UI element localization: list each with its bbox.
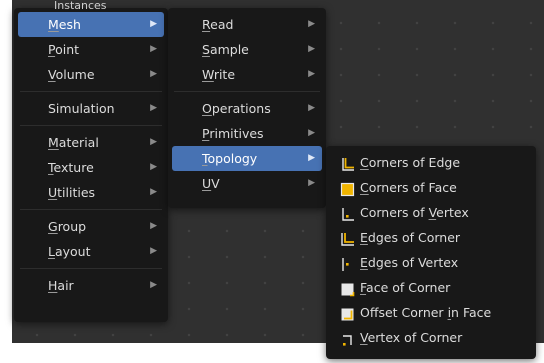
menu-item-label: Texture (48, 160, 94, 175)
menu-separator (20, 91, 162, 92)
submenu-arrow-icon: ▶ (308, 153, 315, 163)
menu-item-label: Primitives (202, 126, 264, 141)
submenu-arrow-icon: ▶ (150, 246, 157, 256)
mesh-menu-item-read[interactable]: Read ▶ (172, 12, 322, 37)
menu-item-group[interactable]: Group ▶ (18, 214, 164, 239)
menu-item-label: Simulation (48, 101, 115, 116)
menu-item-hair[interactable]: Hair ▶ (18, 273, 164, 298)
mesh-menu-item-operations[interactable]: Operations ▶ (172, 96, 322, 121)
menu-item-label: Layout (48, 244, 91, 259)
submenu-arrow-icon: ▶ (150, 137, 157, 147)
menu-item-label: Sample (202, 42, 249, 57)
submenu-arrow-icon: ▶ (150, 221, 157, 231)
menu-item-label: Write (202, 67, 236, 82)
topology-item-vertex-of-corner[interactable]: Vertex of Corner (330, 325, 532, 350)
topology-item-edges-of-vertex[interactable]: Edges of Vertex (330, 250, 532, 275)
menu-item-label: Edges of Vertex (360, 255, 459, 270)
submenu-arrow-icon: ▶ (150, 103, 157, 113)
menu-item-label: Corners of Vertex (360, 205, 469, 220)
submenu-arrow-icon: ▶ (150, 19, 157, 29)
menu-item-material[interactable]: Material ▶ (18, 130, 164, 155)
menu-separator (174, 91, 320, 92)
mesh-menu-item-topology[interactable]: Topology ▶ (172, 146, 322, 171)
mesh-submenu: Read ▶ Sample ▶ Write ▶ Operations ▶ Primitives ▶… (168, 8, 326, 208)
menu-item-label: Offset Corner in Face (360, 305, 492, 320)
topology-item-corners-of-edge[interactable]: Corners of Edge (330, 150, 532, 175)
topology-item-edges-of-corner[interactable]: Edges of Corner (330, 225, 532, 250)
menu-item-point[interactable]: Point ▶ (18, 37, 164, 62)
vertex-of-corner-icon (340, 330, 355, 346)
submenu-arrow-icon: ▶ (150, 44, 157, 54)
menu-separator (20, 268, 162, 269)
menu-item-label: Hair (48, 278, 74, 293)
edges-of-corner-icon (340, 230, 355, 246)
menu-item-texture[interactable]: Texture ▶ (18, 155, 164, 180)
face-of-corner-icon (340, 280, 355, 297)
topology-item-offset-corner-in-face[interactable]: Offset Corner in Face (330, 300, 532, 325)
partially-hidden-menu-item[interactable]: Instances (54, 0, 107, 12)
topology-item-face-of-corner[interactable]: Face of Corner (330, 275, 532, 300)
mesh-menu-item-write[interactable]: Write ▶ (172, 62, 322, 87)
menu-separator (20, 209, 162, 210)
menu-item-label: Operations (202, 101, 271, 116)
menu-item-label: Corners of Face (360, 180, 457, 195)
mesh-menu-item-uv[interactable]: UV ▶ (172, 171, 322, 196)
submenu-arrow-icon: ▶ (150, 162, 157, 172)
menu-item-label: Group (48, 219, 87, 234)
menu-item-label: Volume (48, 67, 95, 82)
submenu-arrow-icon: ▶ (150, 69, 157, 79)
menu-item-utilities[interactable]: Utilities ▶ (18, 180, 164, 205)
submenu-arrow-icon: ▶ (150, 280, 157, 290)
corners-of-edge-icon (340, 155, 355, 171)
menu-item-volume[interactable]: Volume ▶ (18, 62, 164, 87)
submenu-arrow-icon: ▶ (150, 187, 157, 197)
topology-item-corners-of-face[interactable]: Corners of Face (330, 175, 532, 200)
topology-item-corners-of-vertex[interactable]: Corners of Vertex (330, 200, 532, 225)
submenu-arrow-icon: ▶ (308, 103, 315, 113)
submenu-arrow-icon: ▶ (308, 19, 315, 29)
mesh-menu-item-sample[interactable]: Sample ▶ (172, 37, 322, 62)
menu-item-label: Material (48, 135, 99, 150)
corners-of-vertex-icon (340, 205, 355, 221)
offset-corner-in-face-icon (340, 305, 355, 321)
menu-item-label: UV (202, 176, 220, 191)
submenu-arrow-icon: ▶ (308, 69, 315, 79)
corners-of-face-icon (340, 180, 355, 197)
menu-item-label: Topology (202, 151, 258, 166)
submenu-arrow-icon: ▶ (308, 44, 315, 54)
menu-item-label: Face of Corner (360, 280, 451, 295)
menu-item-label: Utilities (48, 185, 96, 200)
menu-item-mesh[interactable]: Mesh ▶ (18, 12, 164, 37)
menu-item-label: Point (48, 42, 80, 57)
menu-item-label: Corners of Edge (360, 155, 461, 170)
menu-item-layout[interactable]: Layout ▶ (18, 239, 164, 264)
topology-submenu: Corners of Edge Corners of Face Corners of… (326, 146, 536, 359)
menu-item-label: Vertex of Corner (360, 330, 463, 345)
menu-separator (20, 125, 162, 126)
menu-item-label: Edges of Corner (360, 230, 461, 245)
add-menu: Instances Mesh ▶ Point ▶ Volume ▶ Simulation ▶ M… (14, 0, 168, 322)
mesh-menu-item-primitives[interactable]: Primitives ▶ (172, 121, 322, 146)
edges-of-vertex-icon (340, 255, 355, 271)
menu-item-label: Mesh (48, 17, 81, 32)
menu-item-simulation[interactable]: Simulation ▶ (18, 96, 164, 121)
menu-item-label: Read (202, 17, 234, 32)
submenu-arrow-icon: ▶ (308, 128, 315, 138)
submenu-arrow-icon: ▶ (308, 178, 315, 188)
